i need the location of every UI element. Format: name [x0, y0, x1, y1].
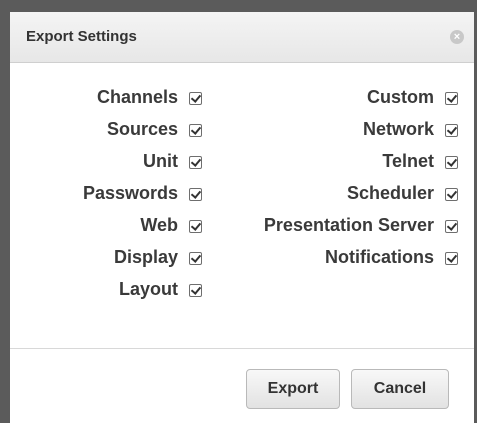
option-network[interactable]: Network — [363, 116, 458, 142]
dialog-title: Export Settings — [26, 28, 137, 45]
option-telnet[interactable]: Telnet — [382, 148, 458, 174]
option-channels[interactable]: Channels — [97, 84, 202, 110]
option-custom[interactable]: Custom — [367, 84, 458, 110]
option-label: Notifications — [324, 246, 434, 267]
option-label: Sources — [106, 118, 178, 139]
option-notifications[interactable]: Notifications — [325, 244, 458, 270]
option-passwords[interactable]: Passwords — [83, 180, 202, 206]
export-button[interactable]: Export — [246, 369, 340, 409]
option-unit[interactable]: Unit — [143, 148, 202, 174]
option-label: Layout — [118, 278, 178, 299]
telnet-checkbox[interactable] — [445, 155, 458, 169]
notifications-checkbox[interactable] — [445, 251, 458, 265]
dialog-titlebar: Export Settings × — [10, 12, 474, 63]
option-label: Channels — [96, 86, 178, 107]
scheduler-checkbox[interactable] — [445, 187, 458, 201]
cancel-button[interactable]: Cancel — [351, 369, 449, 409]
option-label: Scheduler — [346, 182, 434, 203]
option-label: Unit — [143, 150, 178, 171]
option-label: Telnet — [382, 150, 434, 171]
presentation-server-checkbox[interactable] — [445, 219, 458, 233]
display-checkbox[interactable] — [189, 251, 202, 265]
export-options: Channels Sources Unit Passwords Web Disp… — [10, 84, 474, 334]
option-display[interactable]: Display — [114, 244, 202, 270]
option-presentation-server[interactable]: Presentation Server — [264, 212, 458, 238]
option-layout[interactable]: Layout — [119, 276, 202, 302]
option-web[interactable]: Web — [140, 212, 202, 238]
close-icon[interactable]: × — [450, 30, 464, 44]
sources-checkbox[interactable] — [189, 123, 202, 137]
channels-checkbox[interactable] — [189, 91, 202, 105]
option-sources[interactable]: Sources — [107, 116, 202, 142]
unit-checkbox[interactable] — [189, 155, 202, 169]
option-label: Display — [113, 246, 178, 267]
option-label: Passwords — [82, 182, 178, 203]
option-label: Network — [362, 118, 434, 139]
layout-checkbox[interactable] — [189, 283, 202, 297]
option-label: Custom — [367, 86, 434, 107]
custom-checkbox[interactable] — [445, 91, 458, 105]
web-checkbox[interactable] — [189, 219, 202, 233]
network-checkbox[interactable] — [445, 123, 458, 137]
export-settings-dialog: Export Settings × Channels Sources Unit … — [10, 12, 474, 423]
option-scheduler[interactable]: Scheduler — [347, 180, 458, 206]
passwords-checkbox[interactable] — [189, 187, 202, 201]
option-label: Presentation Server — [263, 214, 434, 235]
dialog-footer: Export Cancel — [10, 349, 474, 423]
option-label: Web — [140, 214, 178, 235]
